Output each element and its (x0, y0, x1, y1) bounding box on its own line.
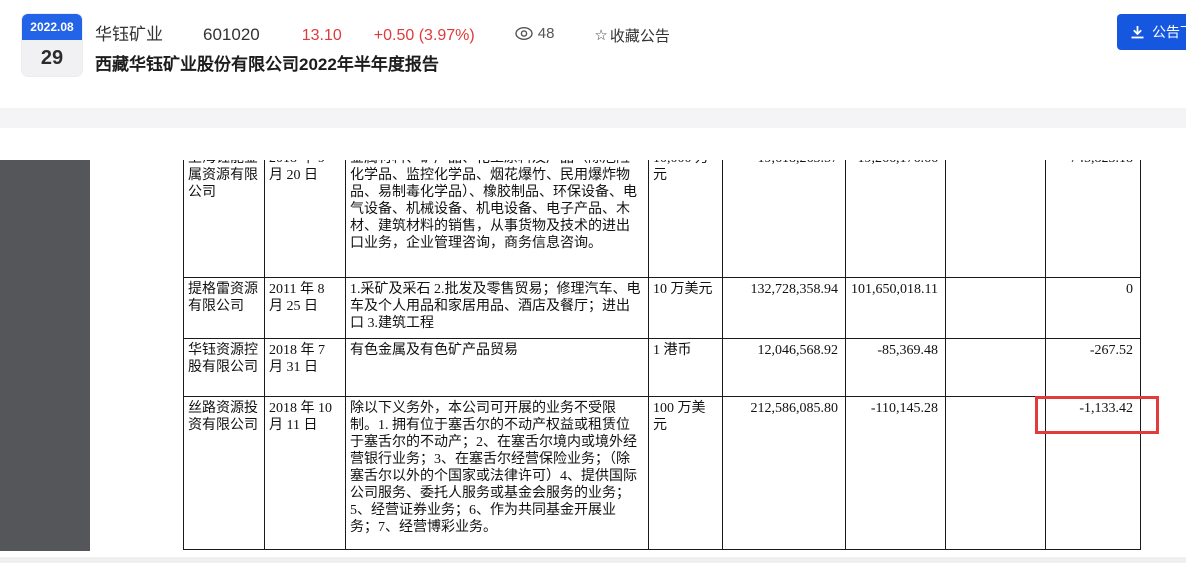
document-page: 上海钰能金属资源有限公司 2018 年 9 月 20 日 金属材料、矿产品、化工… (90, 160, 1186, 551)
bottom-scroll-strip[interactable] (0, 557, 1186, 563)
star-icon: ☆ (594, 27, 608, 44)
date-badge-month: 2022.08 (22, 14, 82, 40)
download-button-label: 公告下载 (1152, 24, 1186, 40)
date-badge-day: 29 (22, 40, 82, 76)
net-assets-cell: -85,369.48 (845, 338, 946, 397)
favorite-label: 收藏公告 (609, 27, 670, 45)
blank-cell (945, 160, 1046, 278)
red-highlight-box (1035, 396, 1159, 434)
views-counter: 48 (515, 25, 555, 42)
blank-cell (945, 277, 1046, 339)
company-cell: 上海钰能金属资源有限公司 (183, 160, 265, 278)
favorite-announcement-button[interactable]: ☆ 收藏公告 (594, 25, 669, 46)
views-count: 48 (537, 25, 555, 42)
registered-capital-cell: 10,000 万元 (648, 160, 723, 278)
stock-info-row: 华钰矿业 601020 13.10 +0.50 (3.97%) 48 ☆ 收藏公… (95, 20, 670, 46)
net-profit-cell: -745,823.18 (1045, 160, 1141, 278)
registration-date-cell: 2018 年 10 月 11 日 (264, 396, 346, 550)
registration-date-cell: 2018 年 9 月 20 日 (264, 160, 346, 278)
blank-cell (945, 338, 1046, 397)
net-assets-cell: 101,650,018.11 (845, 277, 946, 339)
net-profit-cell: -267.52 (1045, 338, 1141, 397)
total-assets-cell: 132,728,358.94 (722, 277, 846, 339)
registered-capital-cell: 100 万美元 (648, 396, 723, 550)
stock-change: +0.50 (3.97%) (373, 27, 475, 44)
table-row: 丝路资源投资有限公司 2018 年 10 月 11 日 除以下义务外，本公司可开… (183, 396, 1141, 550)
stock-name[interactable]: 华钰矿业 (95, 20, 163, 45)
business-scope-cell: 除以下义务外，本公司可开展的业务不受限制。1. 拥有位于塞舌尔的不动产权益或租赁… (345, 396, 649, 550)
registered-capital-cell: 1 港币 (648, 338, 723, 397)
announcement-viewer-page: 2022.08 29 华钰矿业 601020 13.10 +0.50 (3.97… (0, 0, 1186, 563)
table-row: 华钰资源控股有限公司 2018 年 7 月 31 日 有色金属及有色矿产品贸易 … (183, 338, 1141, 397)
company-cell: 提格雷资源有限公司 (183, 277, 265, 339)
registration-date-cell: 2011 年 8 月 25 日 (264, 277, 346, 339)
subsidiaries-table: 上海钰能金属资源有限公司 2018 年 9 月 20 日 金属材料、矿产品、化工… (183, 160, 1141, 550)
business-scope-cell: 金属材料、矿产品、化工原料及产品（除危险化学品、监控化学品、烟花爆竹、民用爆炸物… (345, 160, 649, 278)
net-assets-cell: 19,266,176.66 (845, 160, 946, 278)
company-cell: 华钰资源控股有限公司 (183, 338, 265, 397)
company-cell: 丝路资源投资有限公司 (183, 396, 265, 550)
header: 2022.08 29 华钰矿业 601020 13.10 +0.50 (3.97… (0, 0, 1186, 108)
stock-price: 13.10 (301, 27, 342, 44)
total-assets-cell: 12,046,568.92 (722, 338, 846, 397)
business-scope-cell: 有色金属及有色矿产品贸易 (345, 338, 649, 397)
stock-code: 601020 (203, 25, 260, 44)
registered-capital-cell: 10 万美元 (648, 277, 723, 339)
net-profit-cell: 0 (1045, 277, 1141, 339)
total-assets-cell: 19,618,263.57 (722, 160, 846, 278)
eye-icon (515, 27, 533, 40)
download-icon (1131, 25, 1144, 38)
blank-cell (945, 396, 1046, 550)
registration-date-cell: 2018 年 7 月 31 日 (264, 338, 346, 397)
viewer-background-panel (0, 160, 90, 551)
header-separator-band (0, 108, 1186, 128)
net-assets-cell: -110,145.28 (845, 396, 946, 550)
table-row: 提格雷资源有限公司 2011 年 8 月 25 日 1.采矿及采石 2.批发及零… (183, 277, 1141, 339)
total-assets-cell: 212,586,085.80 (722, 396, 846, 550)
download-announcement-button[interactable]: 公告下载 (1117, 14, 1186, 50)
pdf-viewer[interactable]: 上海钰能金属资源有限公司 2018 年 9 月 20 日 金属材料、矿产品、化工… (0, 160, 1186, 551)
table-row: 上海钰能金属资源有限公司 2018 年 9 月 20 日 金属材料、矿产品、化工… (183, 160, 1141, 278)
date-badge: 2022.08 29 (22, 14, 82, 76)
announcement-title: 西藏华钰矿业股份有限公司2022年半年度报告 (95, 55, 439, 74)
business-scope-cell: 1.采矿及采石 2.批发及零售贸易；修理汽车、电车及个人用品和家居用品、酒店及餐… (345, 277, 649, 339)
